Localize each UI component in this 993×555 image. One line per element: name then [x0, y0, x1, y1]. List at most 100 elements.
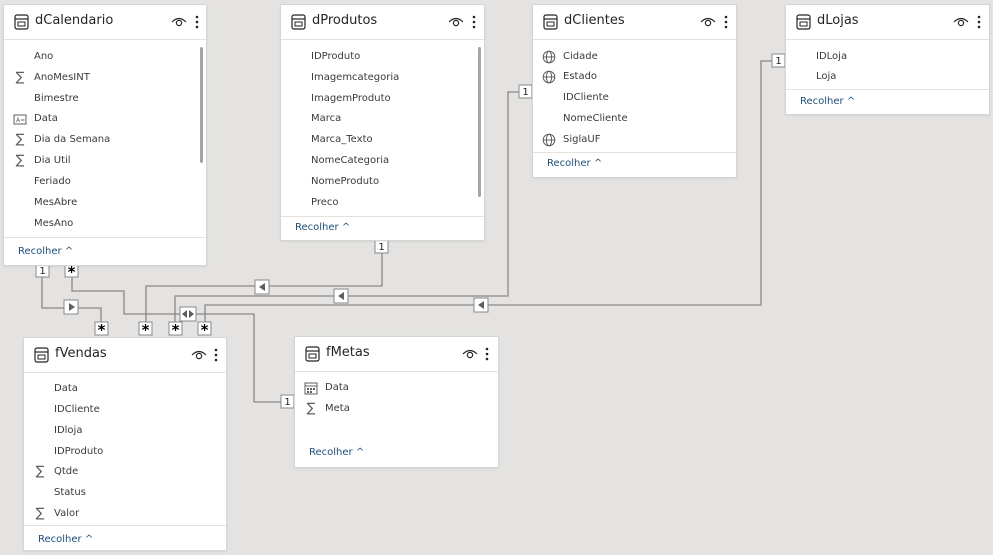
field-row[interactable]: ∑ Dia Util — [4, 151, 206, 172]
chevron-up-icon: ^ — [846, 96, 856, 107]
field-row[interactable]: Data — [295, 378, 498, 399]
field-name: AnoMesINT — [34, 72, 90, 83]
filter-arrow-left-icon — [333, 288, 349, 304]
field-name: IDloja — [54, 425, 83, 436]
collapse-link[interactable]: Recolher ^ — [547, 158, 602, 169]
visibility-eye-icon[interactable] — [448, 15, 464, 29]
calendar-text-icon: A= — [13, 114, 27, 125]
more-options-icon[interactable] — [723, 14, 729, 30]
table-header[interactable]: fVendas — [24, 338, 226, 373]
field-row[interactable]: A= Data — [4, 109, 206, 130]
table-card-fvendas[interactable]: fVendas Data IDCliente IDloja IDProduto … — [24, 338, 226, 550]
calendar-icon — [304, 382, 318, 395]
more-options-icon[interactable] — [471, 14, 477, 30]
cardinality-many-fvendas-4: * — [197, 321, 212, 339]
field-row[interactable]: Data — [24, 379, 226, 400]
visibility-eye-icon[interactable] — [171, 15, 187, 29]
visibility-eye-icon[interactable] — [953, 15, 969, 29]
field-row[interactable]: IDLoja — [786, 47, 989, 68]
field-row[interactable]: IDCliente — [24, 400, 226, 421]
field-row[interactable]: Estado — [533, 67, 736, 88]
sigma-icon: ∑ — [35, 464, 45, 479]
field-row[interactable]: Marca — [281, 109, 484, 130]
field-name: Bimestre — [34, 93, 79, 104]
field-name: IDProduto — [311, 51, 361, 62]
table-card-fmetas[interactable]: fMetas Data ∑ Meta Recolher ^ — [295, 337, 498, 467]
visibility-eye-icon[interactable] — [462, 347, 478, 361]
table-header[interactable]: fMetas — [295, 337, 498, 372]
field-row[interactable]: NomeCliente — [533, 109, 736, 130]
table-header[interactable]: dProdutos — [281, 5, 484, 40]
field-row[interactable]: NomeProduto — [281, 172, 484, 193]
field-row[interactable]: Ano — [4, 47, 206, 68]
field-row[interactable]: IDloja — [24, 421, 226, 442]
table-icon — [305, 346, 320, 362]
more-options-icon[interactable] — [976, 14, 982, 30]
field-name: Valor — [54, 508, 80, 519]
visibility-eye-icon[interactable] — [700, 15, 716, 29]
field-row[interactable]: SiglaUF — [533, 130, 736, 151]
field-name: IDProduto — [54, 446, 104, 457]
field-row[interactable]: ∑ Dia da Semana — [4, 130, 206, 151]
more-options-icon[interactable] — [194, 14, 200, 30]
field-row[interactable]: ∑ Qtde — [24, 462, 226, 483]
collapse-bar: Recolher ^ — [295, 441, 498, 467]
field-name: Data — [325, 382, 349, 393]
collapse-link[interactable]: Recolher ^ — [38, 534, 93, 545]
field-row[interactable]: MesAbre — [4, 193, 206, 214]
collapse-bar: Recolher ^ — [786, 89, 989, 115]
collapse-link[interactable]: Recolher ^ — [295, 222, 350, 233]
table-header[interactable]: dLojas — [786, 5, 989, 40]
svg-text:*: * — [142, 321, 150, 339]
field-name: Imagemcategoria — [311, 72, 400, 83]
table-title: fMetas — [326, 345, 370, 360]
field-row[interactable]: Marca_Texto — [281, 130, 484, 151]
field-row[interactable]: IDProduto — [24, 442, 226, 463]
sigma-icon: ∑ — [15, 153, 25, 168]
more-options-icon[interactable] — [484, 346, 490, 362]
field-row[interactable]: IDCliente — [533, 88, 736, 109]
svg-text:*: * — [98, 321, 106, 339]
field-row[interactable]: ∑ AnoMesINT — [4, 68, 206, 89]
field-row[interactable]: Cidade — [533, 47, 736, 68]
field-row[interactable]: NomeCategoria — [281, 151, 484, 172]
field-name: Ano — [34, 51, 54, 62]
table-card-dclientes[interactable]: dClientes Cidade Estado IDCliente NomeCl… — [533, 5, 736, 177]
collapse-bar: Recolher ^ — [4, 237, 206, 266]
field-row[interactable]: Loja — [786, 67, 989, 88]
chevron-up-icon: ^ — [84, 534, 94, 545]
sigma-icon: ∑ — [306, 401, 316, 416]
field-name: Marca_Texto — [311, 134, 373, 145]
filter-arrow-left-icon — [254, 279, 270, 295]
field-row[interactable]: ImagemProduto — [281, 89, 484, 110]
field-row[interactable]: Preco — [281, 193, 484, 214]
field-row[interactable]: ∑ Valor — [24, 504, 226, 525]
field-name: Data — [54, 383, 78, 394]
collapse-link[interactable]: Recolher ^ — [309, 447, 364, 458]
field-row[interactable]: Feriado — [4, 172, 206, 193]
field-row[interactable]: ∑ Meta — [295, 399, 498, 420]
collapse-link[interactable]: Recolher ^ — [18, 246, 73, 257]
field-row[interactable]: MesAno — [4, 214, 206, 235]
table-title: dProdutos — [312, 13, 378, 28]
more-options-icon[interactable] — [213, 347, 219, 363]
field-name: IDLoja — [816, 51, 848, 62]
globe-icon — [542, 133, 556, 147]
field-row[interactable]: Imagemcategoria — [281, 68, 484, 89]
collapse-link[interactable]: Recolher ^ — [800, 96, 855, 107]
table-header[interactable]: dCalendario — [4, 5, 206, 40]
cardinality-many-fvendas-2: * — [138, 321, 153, 339]
table-icon — [34, 347, 49, 363]
field-row[interactable]: Status — [24, 483, 226, 504]
visibility-eye-icon[interactable] — [191, 348, 207, 362]
field-row[interactable]: IDProduto — [281, 47, 484, 68]
field-name: Status — [54, 487, 86, 498]
table-title: fVendas — [55, 346, 107, 361]
table-header[interactable]: dClientes — [533, 5, 736, 40]
field-name: NomeCategoria — [311, 155, 390, 166]
table-card-dlojas[interactable]: dLojas IDLoja Loja Recolher ^ — [786, 5, 989, 114]
field-row[interactable]: Bimestre — [4, 89, 206, 110]
table-card-dcalendario[interactable]: dCalendario Ano ∑ AnoMesINT Bimestre A= D… — [4, 5, 206, 265]
svg-text:1: 1 — [522, 87, 528, 98]
table-card-dprodutos[interactable]: dProdutos IDProduto Imagemcategoria Imag… — [281, 5, 484, 240]
